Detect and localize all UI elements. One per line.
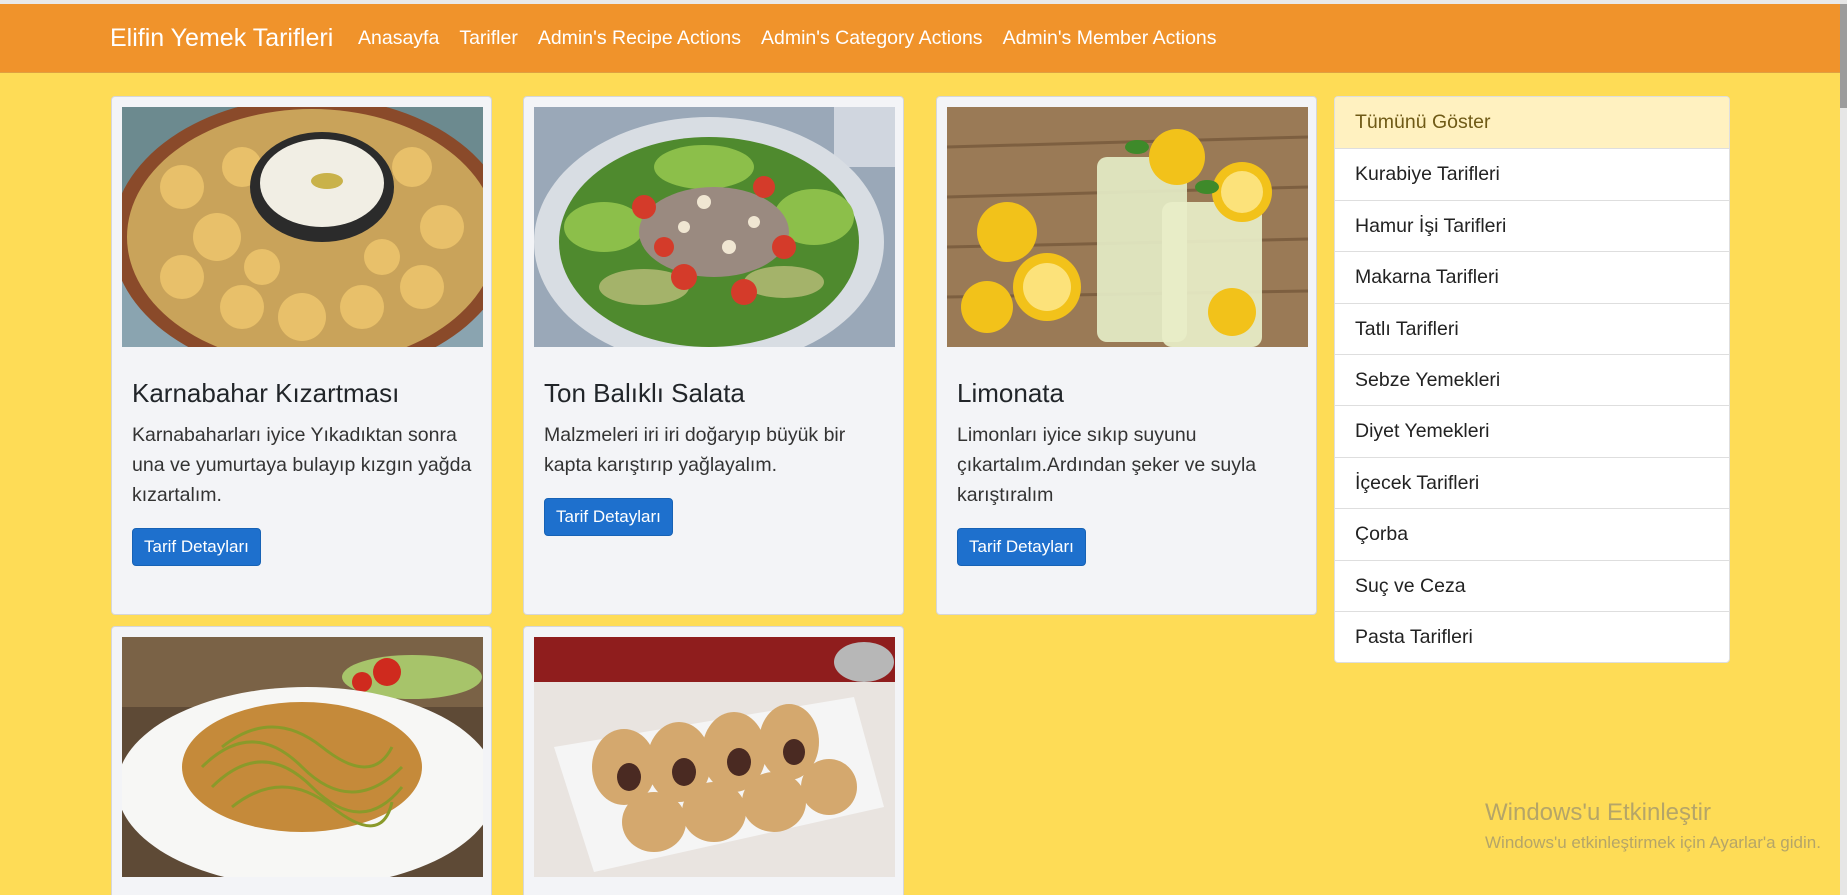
- category-list: Tümünü Göster Kurabiye Tarifleri Hamur İ…: [1334, 96, 1730, 664]
- category-item-diyet[interactable]: Diyet Yemekleri: [1335, 405, 1729, 456]
- category-item-corba[interactable]: Çorba: [1335, 508, 1729, 559]
- watermark-title: Windows'u Etkinleştir: [1485, 799, 1711, 826]
- category-item-suc-ve-ceza[interactable]: Suç ve Ceza: [1335, 559, 1729, 611]
- page-scrollbar[interactable]: [1840, 0, 1847, 895]
- category-item-sebze[interactable]: Sebze Yemekleri: [1335, 353, 1729, 405]
- category-item-pasta[interactable]: Pasta Tarifleri: [1335, 610, 1729, 662]
- recipe-details-button[interactable]: Tarif Detayları: [957, 528, 1086, 566]
- recipe-description: Limonları iyice sıkıp suyunu çıkartalım.…: [957, 424, 1257, 506]
- recipe-image[interactable]: [947, 107, 1308, 347]
- recipe-details-button[interactable]: Tarif Detayları: [132, 528, 261, 566]
- category-item-show-all[interactable]: Tümünü Göster: [1335, 97, 1729, 149]
- recipe-image[interactable]: [122, 107, 483, 347]
- nav-link-tarifler[interactable]: Tarifler: [459, 27, 518, 50]
- recipe-details-button[interactable]: Tarif Detayları: [544, 498, 673, 536]
- category-item-makarna[interactable]: Makarna Tarifleri: [1335, 251, 1729, 302]
- recipe-description: Karnabaharları iyice Yıkadıktan sonra un…: [132, 424, 472, 506]
- recipe-image[interactable]: [534, 107, 895, 347]
- nav-link-admin-member-actions[interactable]: Admin's Member Actions: [1003, 27, 1217, 50]
- recipe-title: Limonata: [957, 378, 1064, 408]
- recipe-card: Karnabahar Kızartması Karnabaharları iyi…: [111, 96, 492, 615]
- recipe-description: Malzmeleri iri iri doğaryıp büyük bir ka…: [544, 424, 846, 476]
- category-item-hamur-isi[interactable]: Hamur İşi Tarifleri: [1335, 199, 1729, 251]
- category-item-kurabiye[interactable]: Kurabiye Tarifleri: [1335, 148, 1729, 199]
- windows-activation-watermark: Windows'u Etkinleştir Windows'u etkinleş…: [1485, 799, 1821, 853]
- nav-link-admin-recipe-actions[interactable]: Admin's Recipe Actions: [538, 27, 741, 50]
- recipe-title: Ton Balıklı Salata: [544, 378, 745, 408]
- recipe-image[interactable]: [122, 637, 483, 877]
- scrollbar-thumb[interactable]: [1840, 4, 1847, 108]
- nav-link-admin-category-actions[interactable]: Admin's Category Actions: [761, 27, 983, 50]
- recipe-card: Limonata Limonları iyice sıkıp suyunu çı…: [936, 96, 1317, 615]
- recipe-title: Karnabahar Kızartması: [132, 378, 400, 408]
- nav-links: Anasayfa Tarifler Admin's Recipe Actions…: [358, 4, 1237, 73]
- recipe-card: [523, 626, 904, 895]
- watermark-subtitle: Windows'u etkinleştirmek için Ayarlar'a …: [1485, 833, 1821, 852]
- recipe-card: [111, 626, 492, 895]
- category-item-tatli[interactable]: Tatlı Tarifleri: [1335, 302, 1729, 354]
- category-item-icecek[interactable]: İçecek Tarifleri: [1335, 456, 1729, 508]
- navbar-brand[interactable]: Elifin Yemek Tarifleri: [110, 4, 333, 73]
- navbar: Elifin Yemek Tarifleri Anasayfa Tarifler…: [0, 4, 1840, 73]
- recipe-card: Ton Balıklı Salata Malzmeleri iri iri do…: [523, 96, 904, 615]
- nav-link-anasayfa[interactable]: Anasayfa: [358, 27, 439, 50]
- recipe-image[interactable]: [534, 637, 895, 877]
